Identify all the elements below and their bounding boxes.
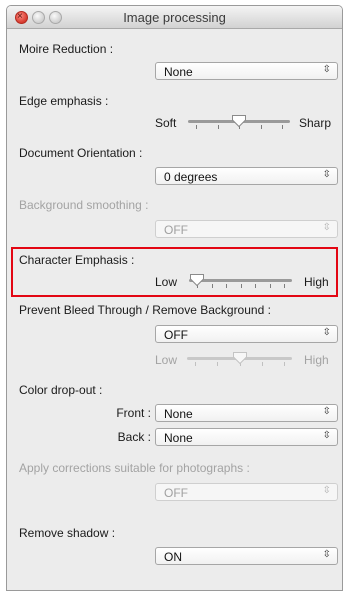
bleed-through-slider: [187, 351, 292, 367]
bleed-high-label: High: [304, 353, 329, 367]
slider-thumb[interactable]: [231, 114, 247, 128]
front-label: Front :: [116, 406, 151, 420]
select-arrows-icon: ⇳: [322, 485, 331, 496]
photograph-corrections-label: Apply corrections suitable for photograp…: [19, 461, 250, 475]
color-dropout-label: Color drop-out :: [19, 383, 103, 397]
back-color-value: None: [164, 431, 193, 445]
background-smoothing-select: OFF ⇳: [155, 220, 338, 238]
select-arrows-icon: ⇳: [322, 222, 331, 233]
edge-sharp-label: Sharp: [299, 116, 332, 130]
slider-tick: [255, 284, 256, 288]
background-smoothing-label: Background smoothing :: [19, 198, 149, 212]
select-arrows-icon: ⇳: [322, 406, 331, 417]
select-arrows-icon: ⇳: [322, 327, 331, 338]
character-low-label: Low: [155, 275, 178, 289]
character-emphasis-slider[interactable]: [189, 273, 292, 289]
slider-tick: [260, 125, 262, 129]
background-smoothing-value: OFF: [164, 223, 188, 237]
edge-emphasis-slider[interactable]: [188, 114, 290, 130]
edge-soft-label: Soft: [155, 116, 177, 130]
select-arrows-icon: ⇳: [322, 64, 331, 75]
select-arrows-icon: ⇳: [322, 169, 331, 180]
image-processing-window: × Image processing Moire Reduction : Non…: [6, 5, 343, 591]
slider-tick: [284, 284, 285, 288]
bleed-low-label: Low: [155, 353, 178, 367]
slider-tick: [284, 362, 285, 366]
slider-thumb-icon: [232, 352, 247, 365]
remove-shadow-select[interactable]: ON ⇳: [155, 547, 338, 565]
window-title: Image processing: [123, 10, 226, 25]
character-high-label: High: [304, 275, 329, 289]
moire-reduction-label: Moire Reduction :: [19, 42, 114, 56]
photograph-corrections-value: OFF: [164, 486, 188, 500]
slider-tick: [217, 125, 219, 129]
remove-shadow-value: ON: [164, 550, 182, 564]
slider-tick: [195, 362, 196, 366]
character-emphasis-label: Character Emphasis :: [19, 253, 135, 267]
slider-tick: [211, 284, 213, 288]
select-arrows-icon: ⇳: [322, 430, 331, 441]
front-color-value: None: [164, 407, 193, 421]
moire-reduction-value: None: [164, 65, 193, 79]
photograph-corrections-select: OFF ⇳: [155, 483, 338, 501]
edge-emphasis-label: Edge emphasis :: [19, 94, 109, 108]
slider-thumb-icon: [232, 115, 246, 128]
title-bar: × Image processing: [7, 6, 342, 29]
prevent-bleed-through-value: OFF: [164, 328, 188, 342]
prevent-bleed-through-select[interactable]: OFF ⇳: [155, 325, 338, 343]
slider-tick: [196, 125, 197, 129]
slider-thumb-icon: [190, 274, 204, 287]
moire-reduction-select[interactable]: None ⇳: [155, 62, 338, 80]
document-orientation-select[interactable]: 0 degrees ⇳: [155, 167, 338, 185]
document-orientation-label: Document Orientation :: [19, 146, 143, 160]
slider-tick: [282, 125, 283, 129]
select-arrows-icon: ⇳: [322, 549, 331, 560]
back-color-select[interactable]: None ⇳: [155, 428, 338, 446]
front-color-select[interactable]: None ⇳: [155, 404, 338, 422]
slider-thumb: [232, 351, 248, 365]
slider-thumb[interactable]: [189, 273, 205, 287]
slider-tick: [240, 284, 242, 288]
slider-tick: [261, 362, 263, 366]
slider-tick: [269, 284, 271, 288]
slider-tick: [226, 284, 227, 288]
slider-tick: [217, 362, 219, 366]
document-orientation-value: 0 degrees: [164, 170, 218, 184]
back-label: Back :: [117, 430, 151, 444]
prevent-bleed-through-label: Prevent Bleed Through / Remove Backgroun…: [19, 303, 271, 317]
remove-shadow-label: Remove shadow :: [19, 526, 116, 540]
